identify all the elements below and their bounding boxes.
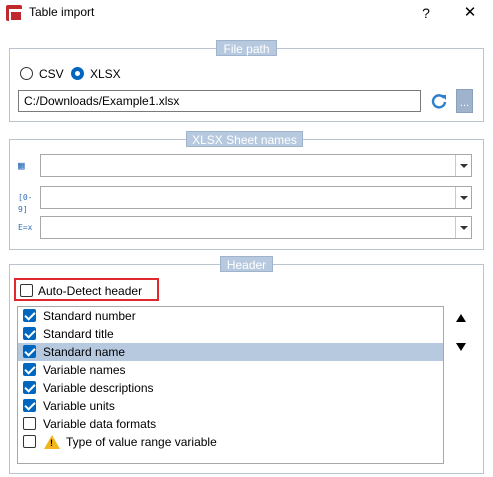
sheet-name-combo-2[interactable] — [40, 186, 472, 209]
xlsx-radio-label: XLSX — [90, 67, 121, 81]
list-item-label: Variable names — [43, 363, 126, 377]
sheet-name-combo-3[interactable] — [40, 216, 472, 239]
list-item-label: Standard title — [43, 327, 114, 341]
list-item-checkbox[interactable] — [23, 363, 36, 376]
chevron-down-icon[interactable] — [455, 187, 471, 208]
list-item-checkbox[interactable] — [23, 345, 36, 358]
help-button[interactable]: ? — [414, 2, 438, 24]
list-item[interactable]: Standard number — [18, 307, 443, 325]
list-item-label: Type of value range variable — [66, 435, 217, 449]
file-path-input[interactable]: C:/Downloads/Example1.xlsx — [18, 90, 421, 112]
list-item[interactable]: Variable names — [18, 361, 443, 379]
auto-detect-checkbox[interactable] — [20, 284, 33, 297]
list-item-selected[interactable]: Standard name — [18, 343, 443, 361]
header-group-title: Header — [220, 256, 273, 272]
list-item[interactable]: Standard title — [18, 325, 443, 343]
title-bar: Table import ? ✕ — [0, 0, 493, 26]
warning-icon: ! — [44, 435, 60, 449]
sheet-names-group-title: XLSX Sheet names — [186, 131, 303, 147]
auto-detect-label: Auto-Detect header — [38, 284, 143, 298]
list-item-label: Variable descriptions — [43, 381, 154, 395]
numeric-range-icon: [0-9] — [18, 193, 33, 214]
header-rows-list[interactable]: Standard number Standard title Standard … — [17, 306, 444, 464]
csv-radio-label: CSV — [39, 67, 64, 81]
list-item-checkbox[interactable] — [23, 399, 36, 412]
chevron-down-icon[interactable] — [455, 155, 471, 176]
list-item-label: Variable data formats — [43, 417, 157, 431]
refresh-icon[interactable] — [430, 92, 448, 110]
list-item[interactable]: Variable units — [18, 397, 443, 415]
list-item[interactable]: ! Type of value range variable — [18, 433, 443, 451]
list-item[interactable]: Variable descriptions — [18, 379, 443, 397]
list-item-label: Variable units — [43, 399, 115, 413]
sheet-name-combo-1[interactable] — [40, 154, 472, 177]
list-item-checkbox[interactable] — [23, 327, 36, 340]
list-item[interactable]: Variable data formats — [18, 415, 443, 433]
list-item-label: Standard number — [43, 309, 136, 323]
close-button[interactable]: ✕ — [455, 2, 485, 24]
triangle-up-icon[interactable] — [456, 314, 466, 322]
list-item-label: Standard name — [43, 345, 126, 359]
triangle-down-icon[interactable] — [456, 343, 466, 351]
list-item-checkbox[interactable] — [23, 309, 36, 322]
browse-button[interactable]: ... — [456, 89, 473, 113]
list-item-checkbox[interactable] — [23, 417, 36, 430]
list-item-checkbox[interactable] — [23, 381, 36, 394]
csv-radio[interactable] — [20, 67, 33, 80]
list-item-checkbox[interactable] — [23, 435, 36, 448]
table-import-app-icon — [6, 5, 23, 22]
expression-icon: E=x — [18, 223, 33, 232]
window-title: Table import — [29, 5, 95, 19]
file-path-group-title: File path — [216, 40, 277, 56]
xlsx-radio[interactable] — [71, 67, 84, 80]
table-icon: ▦ — [18, 159, 25, 172]
chevron-down-icon[interactable] — [455, 217, 471, 238]
